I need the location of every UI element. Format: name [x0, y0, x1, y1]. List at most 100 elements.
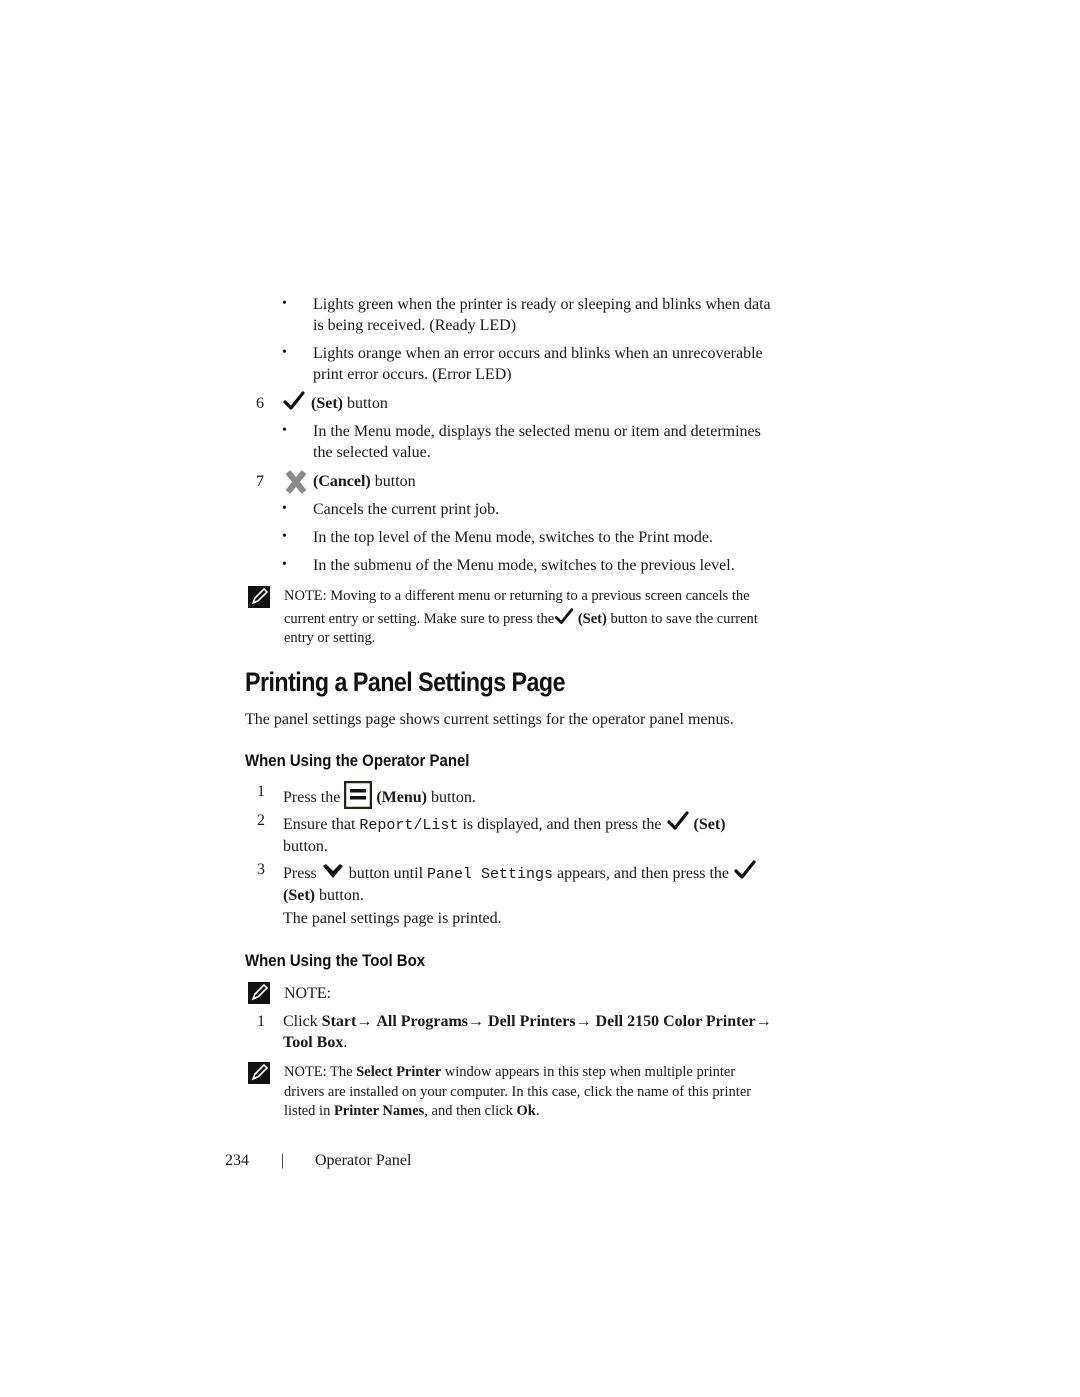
text-line: the selected value. — [313, 444, 431, 461]
set-label: (Set) — [311, 395, 343, 412]
arrow: → — [356, 1013, 373, 1030]
text-span: Click — [283, 1013, 322, 1030]
text-span: NOTE: The — [284, 1064, 357, 1080]
step-result: The panel settings page is printed. — [283, 910, 502, 927]
text-line: Press button until Panel Settings appear… — [283, 859, 757, 885]
menu-path-start: Start — [321, 1013, 357, 1030]
text-span: window appears in this step when multipl… — [441, 1064, 736, 1080]
arrow: → — [575, 1013, 592, 1030]
text-line: current entry or setting. Make sure to p… — [284, 607, 758, 630]
text-span: is displayed, and then press the — [458, 816, 666, 833]
ok-label: Ok — [516, 1103, 536, 1119]
step-number: 2 — [257, 812, 265, 829]
text-span: Ensure that — [283, 816, 360, 833]
label-rest: button — [370, 473, 416, 490]
step-text: Click Start→ All Programs→ Dell Printers… — [283, 1011, 772, 1053]
set-label: (Set) — [693, 816, 726, 833]
page-title: Printing a Panel Settings Page — [245, 667, 566, 697]
bullet-marker: • — [282, 296, 287, 311]
code-text: Report/List — [359, 817, 459, 834]
text-span: . — [535, 1103, 540, 1119]
text-span: Press the — [283, 789, 345, 806]
printer-names-label: Printer Names — [333, 1103, 425, 1119]
menu-path-tool-box: Tool Box — [283, 1034, 344, 1051]
bullet-text: In the submenu of the Menu mode, switche… — [313, 557, 735, 574]
text-span: appears, and then press the — [553, 865, 733, 882]
chapter-name: Operator Panel — [315, 1152, 412, 1169]
text-span: button. — [426, 789, 476, 806]
text-line: Lights orange when an error occurs and b… — [313, 345, 763, 362]
note-label: NOTE: — [284, 985, 332, 1002]
step-number: 1 — [257, 783, 265, 800]
bullet-marker: • — [282, 345, 287, 360]
text-span: listed in — [284, 1103, 334, 1119]
menu-icon — [344, 781, 373, 809]
bullet-marker: • — [282, 529, 287, 544]
text-span: current entry or setting. Make sure to p… — [284, 610, 555, 627]
page-number: 234 — [225, 1152, 249, 1169]
text-line: listed in Printer Names, and then click … — [284, 1102, 751, 1122]
item-label: (Set) button — [311, 393, 388, 414]
item-number: 7 — [256, 473, 264, 490]
item-label: (Cancel) button — [313, 471, 416, 492]
menu-path-printer: Dell 2150 Color Printer — [595, 1013, 756, 1030]
arrow: → — [468, 1013, 485, 1030]
text-line: In the Menu mode, displays the selected … — [313, 423, 761, 440]
checkmark-icon — [666, 811, 689, 830]
section-intro: The panel settings page shows current se… — [245, 711, 734, 728]
bullet-marker: • — [282, 501, 287, 516]
checkmark-icon — [734, 860, 756, 879]
text-line: is being received. (Ready LED) — [313, 317, 517, 334]
text-line: entry or setting. — [284, 630, 376, 646]
note-pencil-icon — [248, 1062, 270, 1084]
bullet-text: In the Menu mode, displays the selected … — [313, 421, 761, 463]
cancel-label: (Cancel) — [313, 473, 371, 490]
text-span: Press — [283, 865, 321, 882]
label-rest: button — [342, 395, 388, 412]
note-text: NOTE: Moving to a different menu or retu… — [284, 587, 758, 649]
note-pencil-icon — [248, 982, 270, 1004]
text-line: print error occurs. (Error LED) — [313, 366, 512, 383]
step-text: Ensure that Report/List is displayed, an… — [283, 810, 726, 857]
checkmark-icon — [283, 391, 305, 410]
text-line: Tool Box. — [283, 1032, 772, 1053]
subsection-heading: When Using the Tool Box — [245, 951, 426, 970]
select-printer-label: Select Printer — [356, 1064, 442, 1080]
bullet-text: Lights green when the printer is ready o… — [313, 294, 771, 336]
text-line: Ensure that Report/List is displayed, an… — [283, 810, 726, 836]
bullet-text: Cancels the current print job. — [313, 501, 500, 518]
text-span: . — [343, 1034, 348, 1051]
text-line: (Set) button. — [283, 885, 757, 906]
footer-separator: | — [281, 1152, 285, 1169]
note-text: NOTE: The Select Printer window appears … — [284, 1063, 751, 1122]
text-line: drivers are installed on your computer. … — [284, 1083, 752, 1100]
text-span: button. — [314, 887, 364, 904]
step-text: Press the (Menu) button. — [283, 781, 476, 809]
step-number: 3 — [257, 861, 265, 878]
text-line: button. — [283, 838, 328, 855]
arrow: → — [755, 1013, 772, 1030]
bullet-text: In the top level of the Menu mode, switc… — [313, 529, 713, 546]
text-span: , and then click — [424, 1103, 517, 1119]
text-span: button until — [348, 865, 428, 882]
text-line: Lights green when the printer is ready o… — [313, 296, 771, 313]
chevron-down-icon — [322, 864, 343, 878]
menu-label: (Menu) — [376, 789, 427, 806]
note-pencil-icon — [248, 586, 270, 608]
bullet-text: Lights orange when an error occurs and b… — [313, 343, 763, 385]
text-line: NOTE: The Select Printer window appears … — [284, 1063, 751, 1083]
step-number: 1 — [257, 1013, 265, 1030]
text-line: Click Start→ All Programs→ Dell Printers… — [283, 1011, 772, 1032]
set-label: (Set) — [577, 610, 607, 627]
menu-path-dell-printers: Dell Printers — [488, 1013, 576, 1030]
code-text: Panel Settings — [427, 866, 554, 883]
item-number: 6 — [256, 395, 264, 412]
set-label: (Set) — [283, 887, 315, 904]
menu-path-all-programs: All Programs — [376, 1013, 469, 1030]
checkmark-icon — [555, 607, 574, 624]
bullet-marker: • — [282, 423, 287, 438]
text-line: NOTE: Moving to a different menu or retu… — [284, 588, 750, 604]
step-text: Press button until Panel Settings appear… — [283, 859, 757, 906]
subsection-heading: When Using the Operator Panel — [245, 751, 470, 770]
text-span: button to save the current — [606, 610, 758, 627]
